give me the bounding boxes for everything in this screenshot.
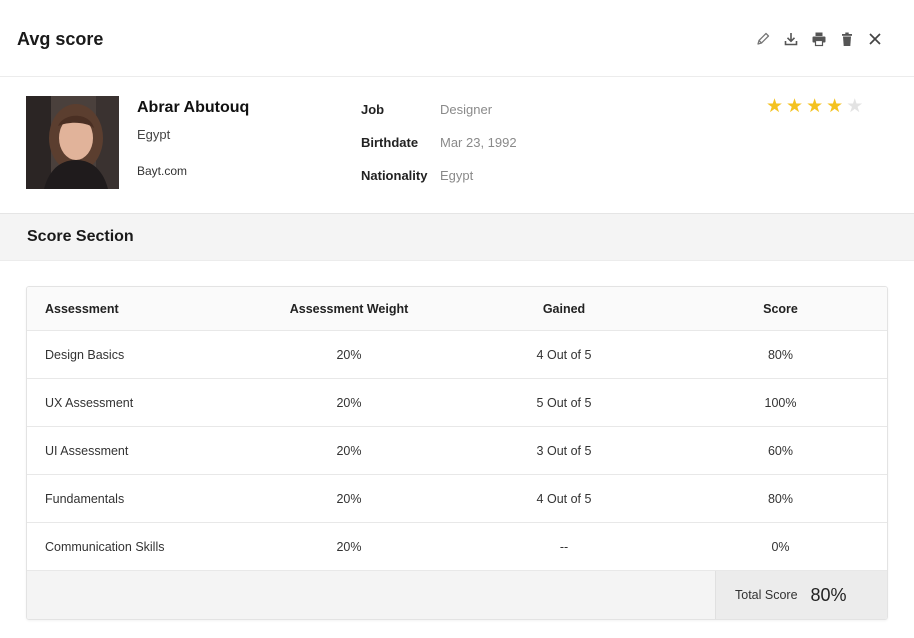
star-filled-icon[interactable]: ★ — [786, 97, 803, 116]
header-actions — [754, 30, 884, 48]
total-score-value: 80% — [810, 584, 847, 605]
download-icon — [783, 31, 799, 47]
cell-assessment: Fundamentals — [45, 491, 125, 506]
header-weight: Assessment Weight — [289, 301, 409, 316]
cell-gained: 4 Out of 5 — [536, 491, 592, 506]
cell-score: 0% — [771, 539, 790, 554]
star-rating[interactable]: ★ ★ ★ ★ ★ — [766, 97, 863, 116]
job-label: Job — [361, 102, 385, 117]
total-score-box: Total Score 80% — [715, 571, 887, 619]
print-icon — [811, 31, 827, 47]
info-job: Job Designer — [361, 102, 492, 117]
star-empty-icon[interactable]: ★ — [846, 97, 863, 116]
pencil-icon — [755, 31, 771, 47]
table-row: Communication Skills 20% -- 0% — [27, 523, 887, 571]
avatar — [26, 96, 119, 189]
modal-header: Avg score — [0, 0, 914, 77]
section-title: Score Section — [27, 228, 134, 245]
cell-weight: 20% — [336, 443, 362, 458]
star-filled-icon[interactable]: ★ — [806, 97, 823, 116]
table-row: UX Assessment 20% 5 Out of 5 100% — [27, 379, 887, 427]
cell-weight: 20% — [336, 491, 362, 506]
score-section-bar: Score Section — [0, 213, 914, 261]
cell-weight: 20% — [336, 539, 362, 554]
birthdate-label: Birthdate — [361, 135, 419, 150]
header-score: Score — [763, 301, 798, 316]
table-row: Design Basics 20% 4 Out of 5 80% — [27, 331, 887, 379]
candidate-country: Egypt — [137, 127, 171, 142]
table-row: UI Assessment 20% 3 Out of 5 60% — [27, 427, 887, 475]
score-table: Assessment Assessment Weight Gained Scor… — [26, 286, 888, 620]
cell-weight: 20% — [336, 347, 362, 362]
cell-weight: 20% — [336, 395, 362, 410]
info-birthdate: Birthdate Mar 23, 1992 — [361, 135, 517, 150]
close-icon — [867, 31, 883, 47]
cell-gained: 5 Out of 5 — [536, 395, 592, 410]
job-value: Designer — [440, 102, 493, 117]
cell-score: 80% — [767, 491, 794, 506]
footer-spacer — [27, 571, 715, 619]
cell-score: 60% — [767, 443, 794, 458]
cell-gained: 4 Out of 5 — [536, 347, 592, 362]
profile-section: Abrar Abutouq Egypt Bayt.com Job Designe… — [0, 77, 914, 213]
table-row: Fundamentals 20% 4 Out of 5 80% — [27, 475, 887, 523]
info-nationality: Nationality Egypt — [361, 168, 473, 183]
total-score-label: Total Score — [735, 588, 798, 602]
cell-assessment: UX Assessment — [45, 395, 134, 410]
header-gained: Gained — [542, 301, 586, 316]
candidate-source: Bayt.com — [137, 164, 188, 178]
print-button[interactable] — [810, 30, 828, 48]
nationality-label: Nationality — [361, 168, 428, 183]
cell-assessment: Design Basics — [45, 347, 125, 362]
cell-assessment: UI Assessment — [45, 443, 129, 458]
star-filled-icon[interactable]: ★ — [826, 97, 843, 116]
modal-title: Avg score — [17, 29, 104, 49]
birthdate-value: Mar 23, 1992 — [440, 135, 517, 150]
trash-icon — [839, 31, 855, 47]
download-button[interactable] — [782, 30, 800, 48]
star-filled-icon[interactable]: ★ — [766, 97, 783, 116]
table-header-row: Assessment Assessment Weight Gained Scor… — [27, 287, 887, 331]
edit-button[interactable] — [754, 30, 772, 48]
table-footer: Total Score 80% — [27, 571, 887, 619]
close-button[interactable] — [866, 30, 884, 48]
cell-gained: -- — [559, 539, 569, 554]
cell-assessment: Communication Skills — [45, 539, 165, 554]
candidate-name: Abrar Abutouq — [137, 99, 250, 116]
cell-score: 80% — [767, 347, 794, 362]
delete-button[interactable] — [838, 30, 856, 48]
cell-gained: 3 Out of 5 — [536, 443, 592, 458]
nationality-value: Egypt — [440, 168, 474, 183]
cell-score: 100% — [764, 395, 797, 410]
header-assessment: Assessment — [45, 301, 119, 316]
